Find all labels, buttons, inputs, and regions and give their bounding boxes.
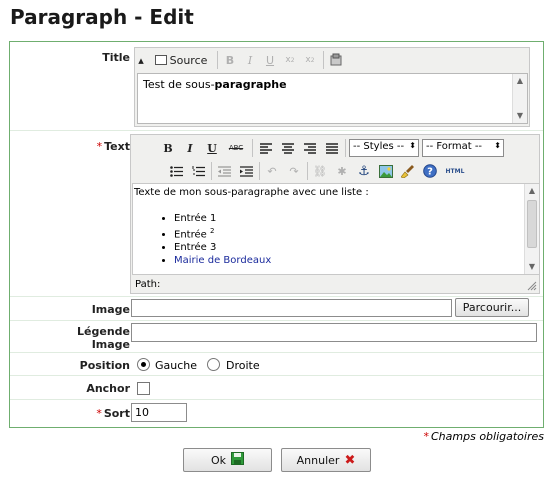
intro-text: Texte de mon sous-paragraphe avec une li… — [134, 187, 369, 198]
clean-format-icon[interactable] — [399, 161, 417, 181]
undo-icon[interactable]: ↶ — [263, 161, 281, 181]
toolbar-separator — [345, 139, 346, 157]
anchor-row: Anchor — [10, 376, 543, 400]
redo-icon[interactable]: ↷ — [285, 161, 303, 181]
source-icon — [154, 55, 167, 65]
toolbar-separator — [217, 51, 218, 69]
link-icon[interactable]: ⛓ — [311, 161, 329, 181]
indent-icon[interactable] — [237, 161, 255, 181]
title-editor: ▴ Source B I U x2 x2 Test de sous-paragr… — [134, 47, 530, 127]
scroll-down-icon[interactable]: ▼ — [513, 109, 527, 123]
scroll-up-icon[interactable]: ▲ — [513, 74, 527, 88]
align-center-icon[interactable] — [279, 138, 297, 158]
toolbar-collapse-icon[interactable]: ▴ — [137, 50, 145, 70]
toolbar-separator — [307, 162, 308, 180]
edit-form: Title ▴ Source B I U x2 x2 Test de sous-… — [9, 41, 544, 428]
bold-button[interactable]: B — [221, 50, 239, 70]
toolbar-separator — [252, 139, 253, 157]
align-left-icon[interactable] — [257, 138, 275, 158]
align-right-icon[interactable] — [301, 138, 319, 158]
bold-button[interactable]: B — [159, 138, 177, 158]
list-item: Entrée 3 — [174, 241, 523, 254]
browse-button[interactable]: Parcourir... — [455, 298, 529, 317]
list-item: Entrée 2 — [174, 225, 523, 241]
radio-droite-label: Droite — [226, 359, 260, 372]
text-editor: B I U ABC -- Styles -- ⬍ -- Format -- ⬍ … — [130, 134, 540, 294]
subscript-button[interactable]: x2 — [281, 50, 299, 70]
title-scrollbar[interactable]: ▲ ▼ — [512, 74, 527, 123]
close-icon: ✖ — [344, 452, 356, 468]
text-scrollbar[interactable]: ▲ ▼ — [524, 184, 539, 274]
html-button[interactable]: HTML — [443, 161, 467, 181]
anchor-checkbox[interactable] — [137, 382, 150, 395]
ok-button[interactable]: Ok — [183, 448, 272, 472]
legende-label: Légende Image — [77, 325, 130, 351]
image-label: Image — [91, 303, 130, 316]
sort-label: * Sort — [96, 407, 130, 420]
help-icon[interactable]: ? — [421, 161, 439, 181]
toolbar-separator — [323, 51, 324, 69]
radio-gauche-label: Gauche — [155, 359, 198, 372]
bullet-list-icon[interactable] — [167, 161, 185, 181]
radio-droite[interactable] — [207, 358, 220, 371]
radio-gauche[interactable] — [137, 358, 150, 371]
toolbar-separator — [259, 162, 260, 180]
image-row: Image Parcourir... — [10, 297, 543, 321]
underline-button[interactable]: U — [203, 138, 221, 158]
underline-button[interactable]: U — [261, 50, 279, 70]
chevron-updown-icon: ⬍ — [409, 141, 416, 150]
text-row: * Text B I U ABC -- Styles -- ⬍ -- Forma… — [10, 131, 543, 297]
title-row: Title ▴ Source B I U x2 x2 Test de sous-… — [10, 42, 543, 131]
scroll-down-icon[interactable]: ▼ — [525, 260, 539, 274]
position-row: Position Gauche Droite — [10, 353, 543, 376]
resize-grip-icon[interactable] — [527, 281, 537, 291]
bullet-list: Entrée 1 Entrée 2 Entrée 3 Mairie de Bor… — [134, 212, 523, 267]
strikethrough-button[interactable]: ABC — [225, 138, 247, 158]
italic-button[interactable]: I — [241, 50, 259, 70]
svg-text:?: ? — [427, 167, 433, 178]
sort-input[interactable]: 10 — [131, 403, 187, 422]
title-input[interactable]: Test de sous-paragraphe ▲ ▼ — [137, 73, 528, 124]
scroll-thumb[interactable] — [527, 200, 537, 248]
path-bar: Path: — [135, 279, 161, 290]
image-icon[interactable] — [377, 161, 395, 181]
mairie-link[interactable]: Mairie de Bordeaux — [174, 255, 271, 266]
save-icon — [231, 452, 245, 468]
format-select[interactable]: -- Format -- ⬍ — [422, 139, 504, 157]
required-note: * Champs obligatoires — [423, 430, 545, 443]
text-label: * Text — [96, 140, 130, 153]
outdent-icon[interactable] — [215, 161, 233, 181]
superscript-button[interactable]: x2 — [301, 50, 319, 70]
source-button[interactable]: Source — [148, 50, 214, 70]
styles-select[interactable]: -- Styles -- ⬍ — [349, 139, 419, 157]
page-title: Paragraph - Edit — [10, 5, 194, 29]
unlink-icon[interactable]: ✱ — [333, 161, 351, 181]
numbered-list-icon[interactable] — [189, 161, 207, 181]
anchor-label: Anchor — [86, 382, 130, 395]
title-label: Title — [102, 51, 130, 64]
italic-button[interactable]: I — [181, 138, 199, 158]
paste-word-icon[interactable] — [327, 50, 345, 70]
legende-input[interactable] — [131, 323, 537, 342]
chevron-updown-icon: ⬍ — [494, 141, 501, 150]
text-input[interactable]: Texte de mon sous-paragraphe avec une li… — [132, 183, 540, 275]
toolbar-separator — [211, 162, 212, 180]
legende-row: Légende Image — [10, 321, 543, 353]
list-item: Mairie de Bordeaux — [174, 254, 523, 267]
list-item: Entrée 1 — [174, 212, 523, 225]
cancel-button[interactable]: Annuler ✖ — [281, 448, 371, 472]
position-label: Position — [79, 359, 130, 372]
anchor-icon[interactable]: ⚓ — [355, 161, 373, 181]
align-justify-icon[interactable] — [323, 138, 341, 158]
sort-row: * Sort 10 — [10, 400, 543, 427]
scroll-up-icon[interactable]: ▲ — [525, 184, 539, 198]
image-file-input[interactable] — [131, 299, 452, 317]
